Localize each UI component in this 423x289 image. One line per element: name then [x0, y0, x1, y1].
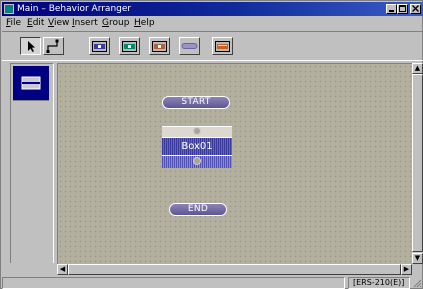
start-node[interactable]: START — [162, 96, 230, 109]
input-connector[interactable] — [193, 127, 201, 135]
maximize-icon — [399, 5, 406, 12]
behavior-palette — [10, 63, 54, 263]
resize-grip-icon[interactable] — [412, 278, 422, 288]
menu-file-label: ile — [10, 18, 22, 28]
menu-insert-label: nsert — [74, 18, 98, 28]
behavior-block-icon — [21, 76, 41, 90]
menu-group-mnemonic: G — [102, 18, 109, 28]
menu-insert[interactable]: Insert — [72, 18, 98, 29]
insert-behavior-button-1[interactable] — [89, 37, 110, 55]
behavior-box-icon-3 — [152, 41, 167, 52]
status-model-panel: [ERS-210(E)] — [348, 277, 410, 289]
behavior-box[interactable]: Box01 — [162, 126, 232, 168]
menu-help-mnemonic: H — [134, 18, 141, 28]
menu-view[interactable]: View — [48, 18, 69, 29]
close-icon — [412, 5, 419, 12]
select-arrow-icon — [28, 41, 35, 52]
palette-item[interactable] — [13, 66, 49, 101]
box-body: Box01 — [162, 137, 232, 156]
close-button[interactable] — [410, 4, 421, 14]
horizontal-scrollbar[interactable]: ◀ ▶ — [57, 264, 412, 275]
menu-edit-label: dit — [32, 18, 45, 28]
app-icon — [4, 4, 14, 14]
horizontal-scroll-thumb[interactable] — [68, 264, 401, 275]
behavior-box-icon-4 — [215, 41, 230, 52]
window-title: Main – Behavior Arranger — [17, 4, 132, 14]
connect-line-icon — [46, 39, 59, 53]
status-message-panel — [2, 277, 345, 289]
minimize-button[interactable] — [386, 4, 397, 14]
insert-behavior-button-3[interactable] — [149, 37, 170, 55]
menu-help-label: elp — [140, 18, 155, 28]
box-label: Box01 — [181, 141, 213, 152]
vertical-scroll-thumb[interactable] — [412, 74, 423, 252]
end-node[interactable]: END — [169, 203, 227, 216]
insert-node-button[interactable] — [179, 37, 200, 55]
scroll-left-button[interactable]: ◀ — [57, 264, 68, 275]
menu-group[interactable]: Group — [102, 18, 129, 29]
behavior-canvas[interactable]: START Box01 END — [57, 63, 412, 264]
scroll-up-button[interactable]: ▲ — [412, 63, 423, 74]
minimize-icon — [389, 10, 394, 12]
connect-tool-button[interactable] — [43, 37, 64, 55]
vertical-scrollbar[interactable]: ▲ ▼ — [412, 63, 423, 264]
behavior-box-icon-1 — [92, 41, 107, 52]
menu-group-label: roup — [108, 18, 130, 28]
select-tool-button[interactable] — [20, 37, 41, 55]
title-bar[interactable]: Main – Behavior Arranger — [2, 2, 423, 16]
status-bar: [ERS-210(E)] — [2, 277, 423, 289]
pill-node-icon — [181, 43, 198, 49]
scroll-down-button[interactable]: ▼ — [412, 253, 423, 264]
menu-file[interactable]: File — [6, 18, 21, 29]
menu-help[interactable]: Help — [134, 18, 155, 29]
insert-behavior-button-2[interactable] — [119, 37, 140, 55]
behavior-box-icon-2 — [122, 41, 137, 52]
scroll-right-button[interactable]: ▶ — [401, 264, 412, 275]
menu-view-label: iew — [53, 18, 70, 28]
robot-model-label: [ERS-210(E)] — [353, 278, 405, 287]
insert-behavior-button-4[interactable] — [212, 37, 233, 55]
output-connector[interactable] — [193, 157, 201, 165]
toolbar — [2, 31, 423, 61]
menu-bar: File Edit View Insert Group Help — [2, 17, 423, 30]
maximize-button[interactable] — [397, 4, 408, 14]
app-window: Main – Behavior Arranger File Edit View … — [0, 0, 423, 289]
menu-edit[interactable]: Edit — [27, 18, 44, 29]
